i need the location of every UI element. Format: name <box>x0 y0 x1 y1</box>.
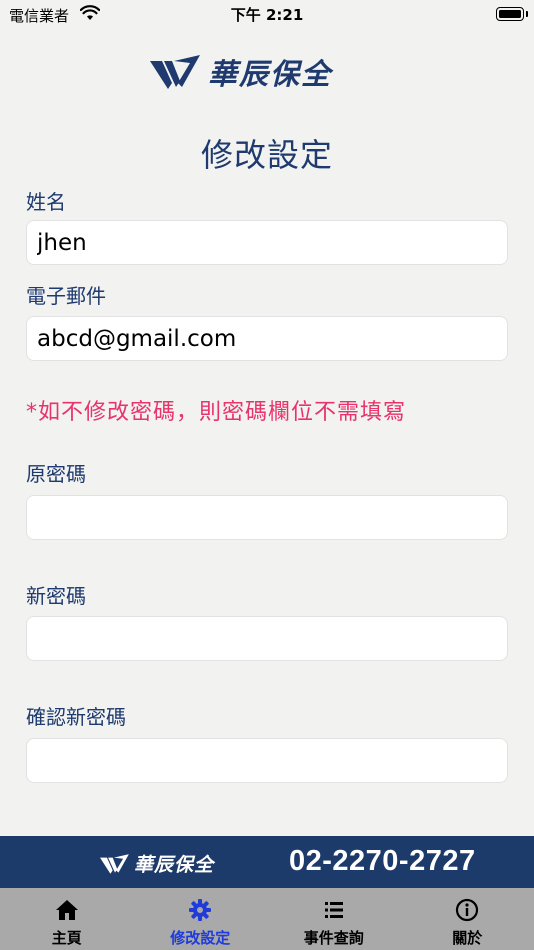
footer-banner: 華辰保全 02-2270-2727 <box>0 836 534 888</box>
gear-icon <box>189 899 212 921</box>
info-icon <box>456 898 479 922</box>
confirm-password-label: 確認新密碼 <box>26 705 126 729</box>
name-input[interactable] <box>26 220 508 265</box>
brand-name: 華辰保全 <box>208 57 333 91</box>
new-password-label: 新密碼 <box>26 584 86 608</box>
email-input[interactable] <box>26 316 508 361</box>
tab-about[interactable]: 關於 <box>401 888 534 950</box>
page-title: 修改設定 <box>200 136 333 174</box>
old-password-input[interactable] <box>26 495 508 540</box>
app-logo: 華辰保全 <box>150 52 332 92</box>
status-bar: 電信業者 下午 2:21 <box>0 0 534 30</box>
name-label: 姓名 <box>26 190 66 214</box>
battery-icon <box>496 7 528 21</box>
brand-logo-icon <box>150 55 200 89</box>
tab-about-label: 關於 <box>452 929 483 947</box>
list-icon <box>324 902 343 918</box>
home-icon <box>55 900 78 920</box>
tab-events-label: 事件查詢 <box>303 929 364 947</box>
confirm-password-input[interactable] <box>26 738 508 783</box>
tab-events[interactable]: 事件查詢 <box>267 888 401 950</box>
footer-phone[interactable]: 02-2270-2727 <box>289 845 476 878</box>
footer-logo: 華辰保全 <box>100 850 214 877</box>
email-label: 電子郵件 <box>26 284 106 308</box>
password-notice: *如不修改密碼，則密碼欄位不需填寫 <box>26 400 407 425</box>
clock: 下午 2:21 <box>230 6 304 24</box>
tab-bar: 主頁 修改設定 事件查詢 關於 <box>0 888 534 950</box>
footer-brand-name: 華辰保全 <box>134 854 215 876</box>
tab-home[interactable]: 主頁 <box>0 888 134 950</box>
old-password-label: 原密碼 <box>26 462 86 486</box>
tab-settings[interactable]: 修改設定 <box>134 888 268 950</box>
new-password-input[interactable] <box>26 616 508 661</box>
tab-settings-label: 修改設定 <box>170 929 231 947</box>
tab-home-label: 主頁 <box>51 929 82 947</box>
footer-brand-logo-icon <box>100 853 129 874</box>
